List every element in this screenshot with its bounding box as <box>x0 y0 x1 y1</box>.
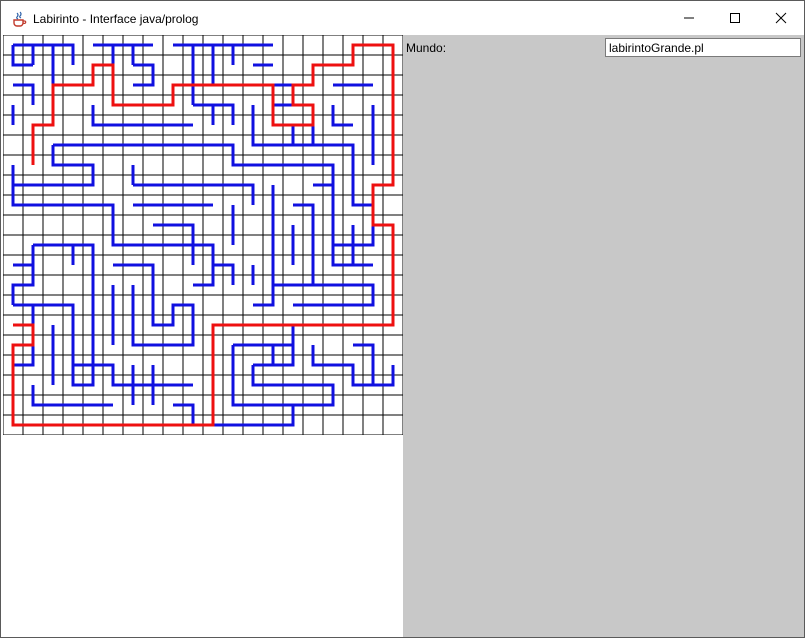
window-title: Labirinto - Interface java/prolog <box>33 12 199 26</box>
mundo-label: Mundo: <box>406 41 447 55</box>
app-window: Labirinto - Interface java/prolog Mundo: <box>0 0 805 638</box>
maze-corridor <box>13 145 95 187</box>
java-cup-icon <box>11 11 27 27</box>
minimize-icon <box>684 17 694 19</box>
content-area: Mundo: <box>1 35 804 637</box>
maze-corridor <box>53 143 335 187</box>
close-icon <box>775 12 787 24</box>
close-button[interactable] <box>758 1 804 35</box>
maze-canvas <box>3 35 403 435</box>
maze-corridor <box>113 263 195 347</box>
title-bar[interactable]: Labirinto - Interface java/prolog <box>1 1 804 35</box>
maze-corridor <box>311 345 395 387</box>
minimize-button[interactable] <box>666 1 712 35</box>
maximize-button[interactable] <box>712 1 758 35</box>
maze-panel <box>3 35 403 637</box>
mundo-field[interactable] <box>605 38 801 57</box>
side-panel: Mundo: <box>403 35 804 637</box>
maximize-icon <box>730 13 740 23</box>
